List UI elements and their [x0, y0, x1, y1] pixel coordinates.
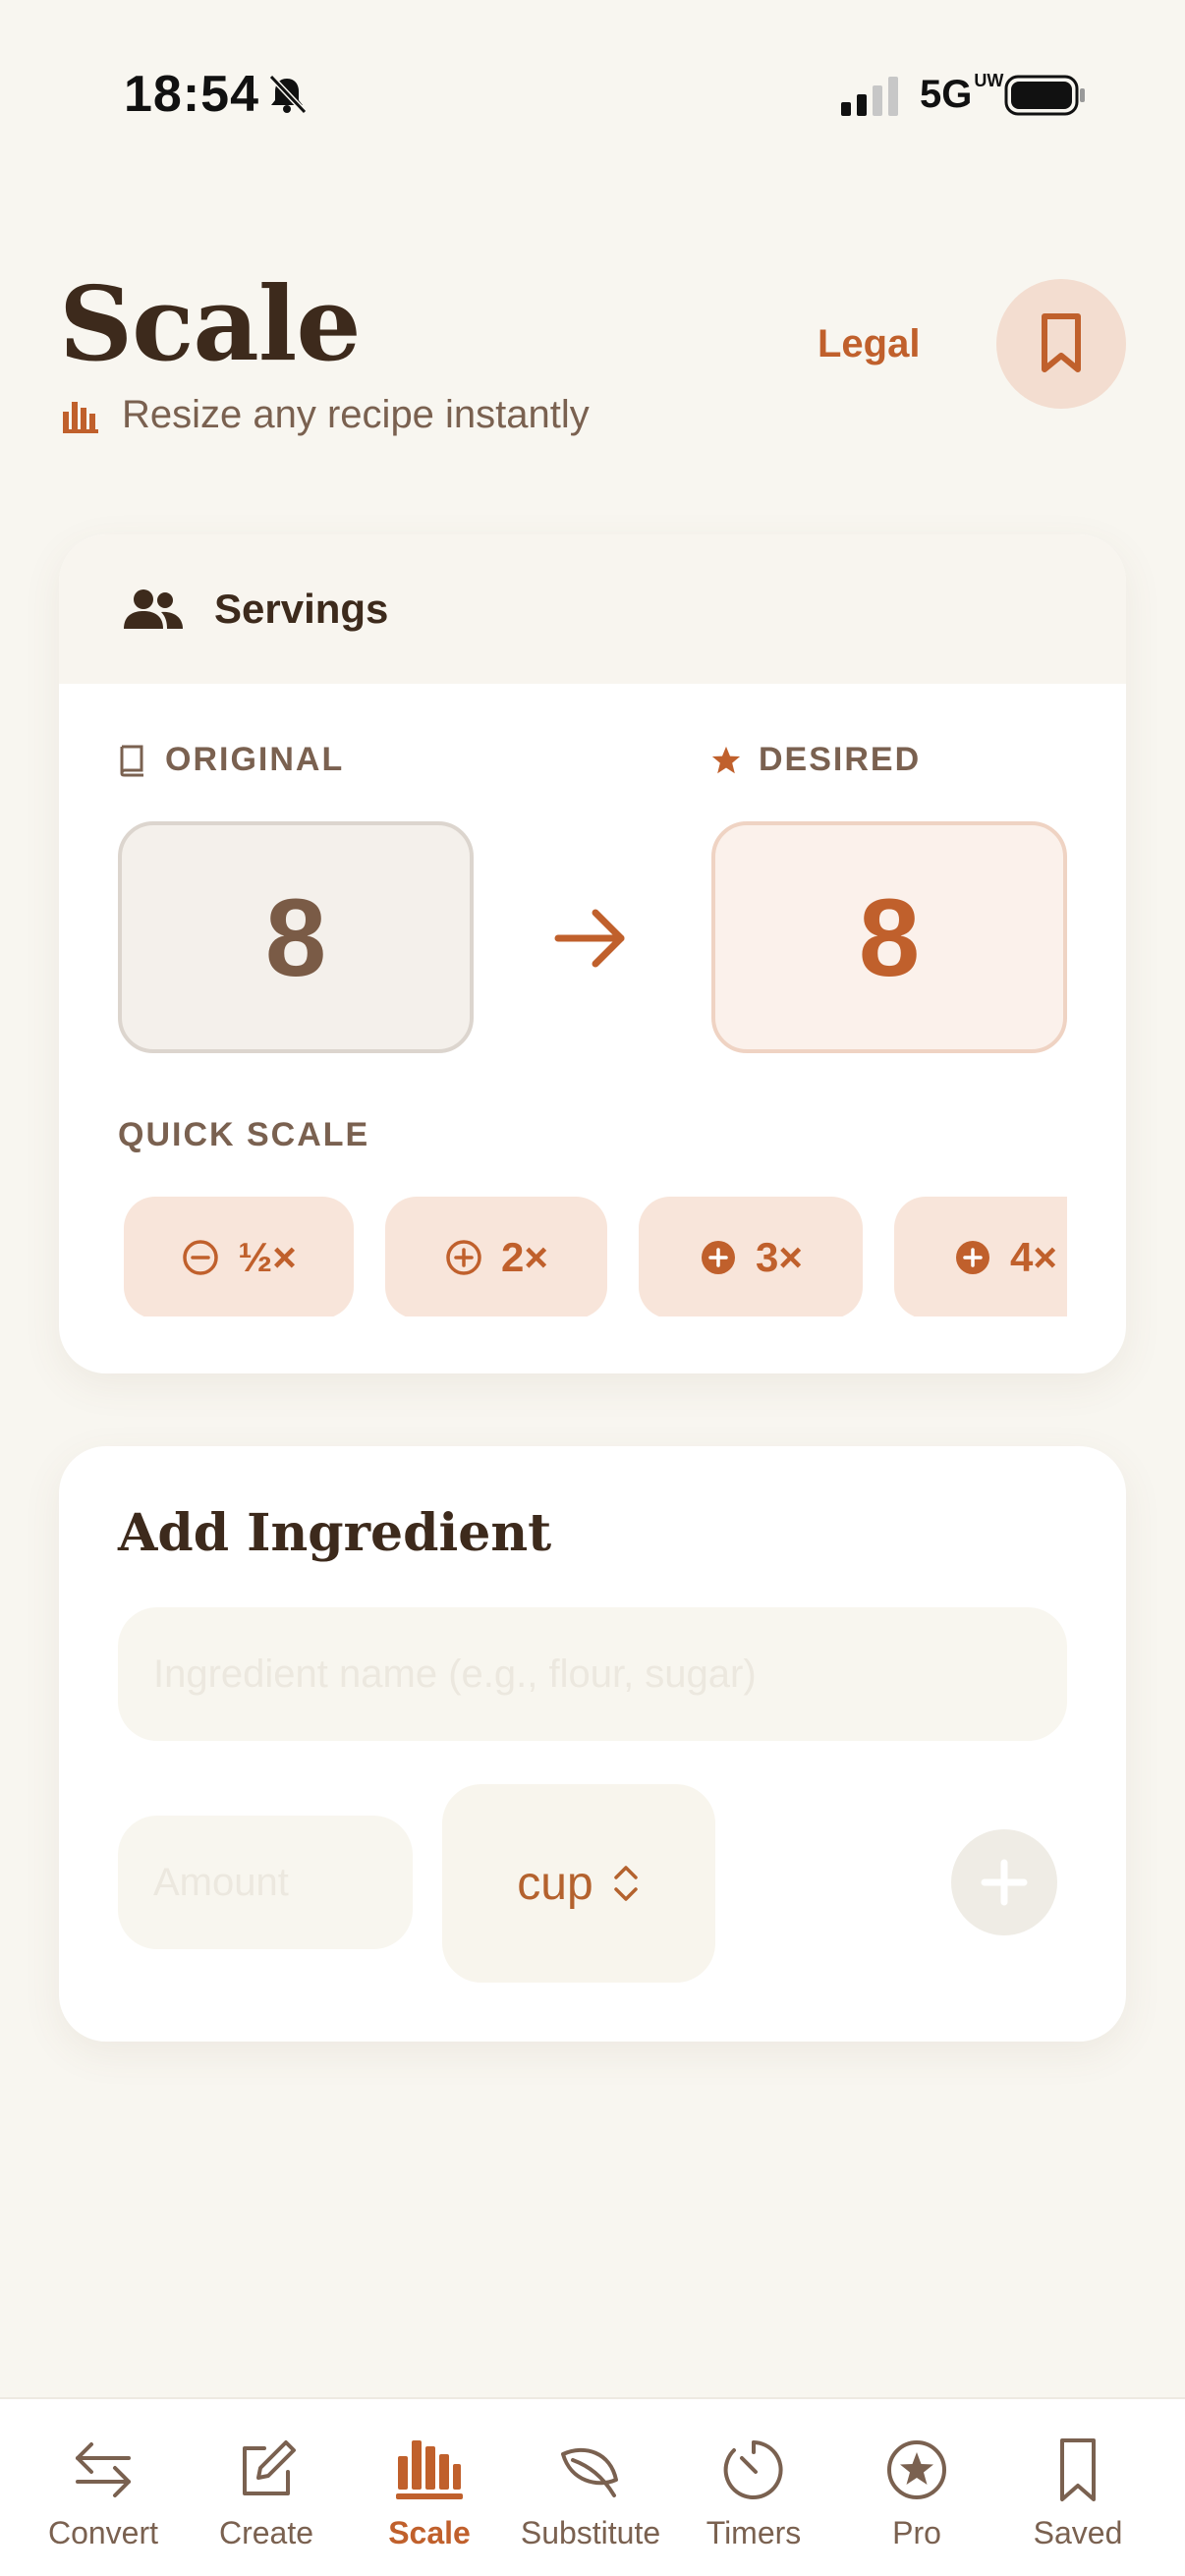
- tab-saved[interactable]: Saved: [1004, 2435, 1152, 2562]
- edit-icon: [243, 2440, 296, 2495]
- servings-card: Servings ORIGINAL DESIRED 8 8 QUICK SCAL…: [59, 534, 1126, 1373]
- arrows-swap-icon: [76, 2442, 131, 2497]
- plus-circle-filled-icon: [702, 1241, 736, 1274]
- unit-select[interactable]: cup: [442, 1784, 715, 1983]
- bookmark-icon: [1060, 2438, 1096, 2501]
- tab-create-label: Create: [218, 2515, 314, 2550]
- servings-title: Servings: [214, 586, 389, 632]
- bell-muted-icon: [268, 74, 308, 115]
- battery-icon: [1004, 75, 1085, 116]
- subtitle-row: Resize any recipe instantly: [63, 393, 590, 437]
- page-subtitle: Resize any recipe instantly: [122, 393, 590, 436]
- status-time: 18:54: [124, 66, 259, 123]
- quick-scale-row[interactable]: ½× 2× 3× 4×: [118, 1189, 1067, 1316]
- tab-pro[interactable]: Pro: [843, 2435, 990, 2562]
- add-ingredient-button[interactable]: [951, 1829, 1057, 1935]
- network-type: 5G UW: [920, 71, 1004, 116]
- ingredient-name-input[interactable]: [118, 1607, 1067, 1741]
- tab-timers[interactable]: Timers: [680, 2435, 827, 2562]
- add-ingredient-title: Add Ingredient: [118, 1503, 552, 1563]
- plus-circle-filled-icon: [956, 1241, 990, 1274]
- leaf-icon: [561, 2448, 618, 2497]
- star-circle-icon: [887, 2440, 946, 2499]
- tab-bar: Convert Create Scale Substitute Timers P…: [0, 2397, 1185, 2576]
- tab-scale-label: Scale: [388, 2515, 471, 2550]
- timer-icon: [723, 2440, 783, 2499]
- chart-bars-icon: [396, 2440, 463, 2499]
- quick-scale-label: QUICK SCALE: [118, 1116, 370, 1153]
- star-icon: [711, 746, 741, 773]
- original-servings-input[interactable]: 8: [118, 821, 474, 1053]
- tab-substitute[interactable]: Substitute: [517, 2435, 664, 2562]
- desired-label: DESIRED: [711, 741, 921, 779]
- quick-scale-half-button[interactable]: ½×: [124, 1197, 354, 1316]
- tab-timers-label: Timers: [705, 2515, 802, 2550]
- original-label: ORIGINAL: [118, 741, 344, 779]
- cellular-signal-icon: [841, 77, 898, 116]
- people-icon: [124, 589, 183, 629]
- minus-circle-icon: [183, 1240, 218, 1275]
- tab-pro-label: Pro: [892, 2515, 941, 2550]
- chevron-up-down-icon: [613, 1866, 638, 1901]
- tab-convert[interactable]: Convert: [29, 2435, 177, 2562]
- tab-create[interactable]: Create: [193, 2435, 340, 2562]
- chart-bars-icon: [63, 401, 98, 433]
- tab-scale[interactable]: Scale: [356, 2435, 503, 2562]
- saved-recipes-button[interactable]: [996, 279, 1126, 409]
- quick-scale-4x-button[interactable]: 4×: [894, 1197, 1067, 1316]
- tab-saved-label: Saved: [1033, 2515, 1123, 2550]
- add-ingredient-card: Add Ingredient cup: [59, 1446, 1126, 2042]
- servings-header: Servings: [59, 534, 1126, 684]
- tab-substitute-label: Substitute: [520, 2515, 661, 2550]
- quick-scale-3x-button[interactable]: 3×: [639, 1197, 863, 1316]
- unit-select-value: cup: [517, 1857, 593, 1910]
- legal-link[interactable]: Legal: [818, 322, 920, 366]
- amount-input[interactable]: [118, 1816, 413, 1949]
- page-title: Scale: [59, 263, 361, 384]
- status-bar: 18:54 5G UW: [0, 0, 1185, 196]
- tab-convert-label: Convert: [47, 2515, 159, 2550]
- quick-scale-2x-button[interactable]: 2×: [385, 1197, 607, 1316]
- arrow-right-icon: [554, 909, 625, 968]
- book-icon: [120, 745, 143, 776]
- plus-icon: [981, 1859, 1028, 1906]
- plus-circle-icon: [446, 1240, 481, 1275]
- desired-servings-input[interactable]: 8: [711, 821, 1067, 1053]
- bookmark-icon: [1042, 313, 1081, 372]
